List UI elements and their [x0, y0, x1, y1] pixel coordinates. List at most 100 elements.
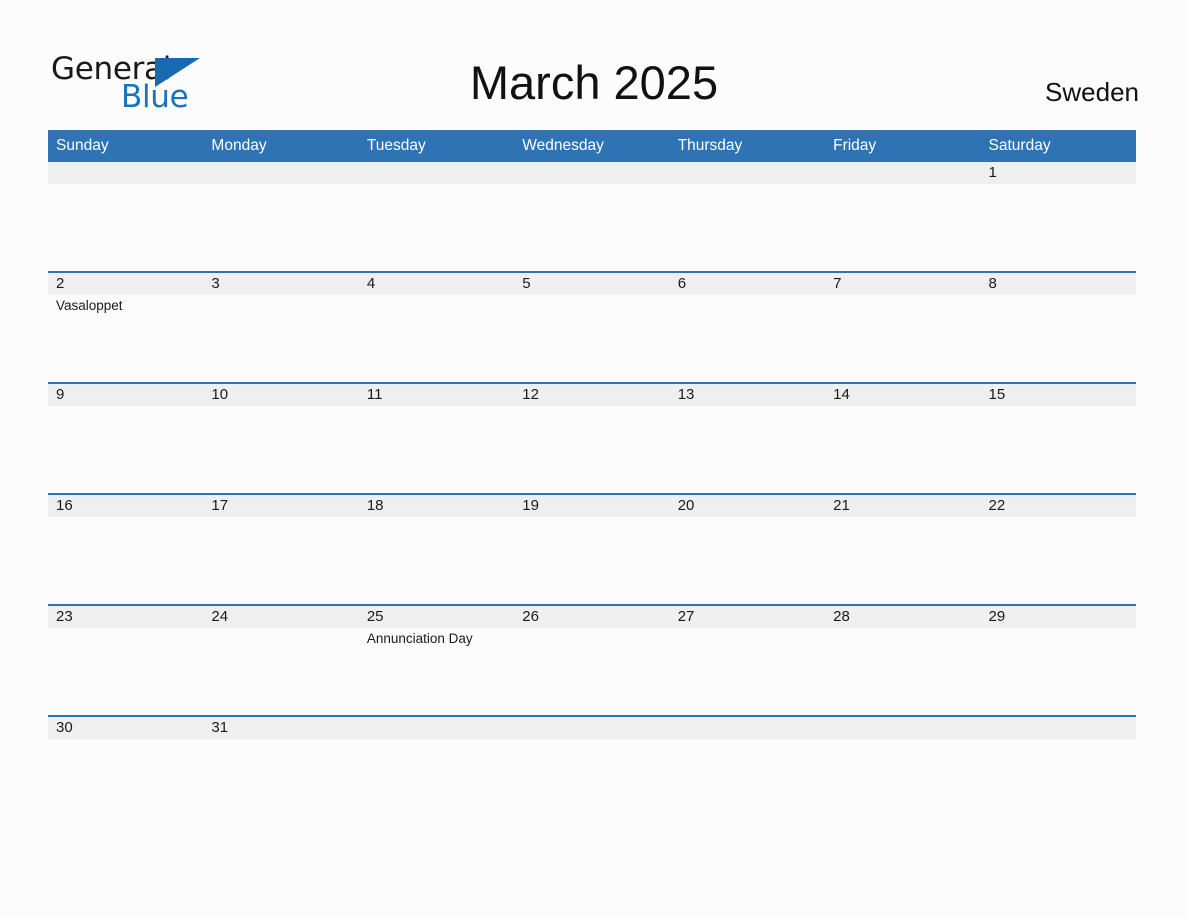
day-cell-1[interactable] [981, 184, 1136, 271]
weekday-header-wednesday: Wednesday [522, 137, 604, 154]
day-cell-24[interactable] [203, 628, 358, 715]
day-number-3[interactable]: 3 [203, 273, 358, 295]
weekday-header-saturday: Saturday [988, 137, 1051, 154]
day-cell-9[interactable] [48, 406, 203, 493]
day-number-25[interactable]: 25 [359, 606, 514, 628]
day-cell-23[interactable] [48, 628, 203, 715]
day-cell-7[interactable] [825, 295, 980, 382]
date-number-band: 9 10 11 12 13 14 15 [48, 384, 1136, 406]
date-number-band: 1 [48, 162, 1136, 184]
day-cell-11[interactable] [359, 406, 514, 493]
day-number-16[interactable]: 16 [48, 495, 203, 517]
day-cell-18[interactable] [359, 517, 514, 604]
day-cell-15[interactable] [981, 406, 1136, 493]
day-number-7[interactable]: 7 [825, 273, 980, 295]
day-cell-27[interactable] [670, 628, 825, 715]
day-cell-25[interactable]: Annunciation Day [359, 628, 514, 715]
day-number-4[interactable]: 4 [359, 273, 514, 295]
day-number-17[interactable]: 17 [203, 495, 358, 517]
day-cell-29[interactable] [981, 628, 1136, 715]
day-cell-31[interactable] [203, 739, 358, 826]
day-number-19[interactable]: 19 [514, 495, 669, 517]
day-number-empty [514, 717, 669, 739]
day-number-22[interactable]: 22 [981, 495, 1136, 517]
date-content-band [48, 517, 1136, 604]
day-number-21[interactable]: 21 [825, 495, 980, 517]
day-cell-14[interactable] [825, 406, 980, 493]
weekday-header-row: Sunday Monday Tuesday Wednesday Thursday Frid… [48, 130, 1136, 162]
page-header: General Blue March 2025 Sweden [0, 0, 1188, 130]
day-number-29[interactable]: 29 [981, 606, 1136, 628]
day-number-12[interactable]: 12 [514, 384, 669, 406]
date-number-band: 30 31 [48, 717, 1136, 739]
day-cell-20[interactable] [670, 517, 825, 604]
country-label: Sweden [1045, 77, 1139, 107]
day-number-27[interactable]: 27 [670, 606, 825, 628]
day-number-10[interactable]: 10 [203, 384, 358, 406]
day-cell-8[interactable] [981, 295, 1136, 382]
day-number-13[interactable]: 13 [670, 384, 825, 406]
day-cell-22[interactable] [981, 517, 1136, 604]
day-cell-26[interactable] [514, 628, 669, 715]
calendar-grid: Sunday Monday Tuesday Wednesday Thursday Frid… [48, 130, 1136, 826]
calendar-week-row: 2 3 4 5 6 7 8 Vasaloppet [48, 271, 1136, 382]
day-cell-2[interactable]: Vasaloppet [48, 295, 203, 382]
day-number-30[interactable]: 30 [48, 717, 203, 739]
weekday-header-sunday: Sunday [56, 137, 109, 154]
day-cell-3[interactable] [203, 295, 358, 382]
day-number-20[interactable]: 20 [670, 495, 825, 517]
day-cell-empty [203, 184, 358, 271]
day-cell-4[interactable] [359, 295, 514, 382]
holiday-event: Vasaloppet [56, 298, 123, 313]
day-number-26[interactable]: 26 [514, 606, 669, 628]
day-number-9[interactable]: 9 [48, 384, 203, 406]
day-cell-6[interactable] [670, 295, 825, 382]
day-number-empty [670, 162, 825, 184]
day-number-empty [359, 162, 514, 184]
day-number-1[interactable]: 1 [981, 162, 1136, 184]
day-number-8[interactable]: 8 [981, 273, 1136, 295]
date-content-band [48, 739, 1136, 826]
day-number-empty [670, 717, 825, 739]
day-cell-17[interactable] [203, 517, 358, 604]
day-cell-empty [670, 739, 825, 826]
date-content-band: Vasaloppet [48, 295, 1136, 382]
day-number-23[interactable]: 23 [48, 606, 203, 628]
day-cell-empty [670, 184, 825, 271]
day-number-28[interactable]: 28 [825, 606, 980, 628]
date-number-band: 2345678 [48, 273, 1136, 295]
day-number-11[interactable]: 11 [359, 384, 514, 406]
date-content-band [48, 406, 1136, 493]
day-number-5[interactable]: 5 [514, 273, 669, 295]
day-cell-empty [48, 184, 203, 271]
calendar-week-row: 1 [48, 162, 1136, 271]
day-cell-13[interactable] [670, 406, 825, 493]
day-number-31[interactable]: 31 [203, 717, 358, 739]
weekday-header-tuesday: Tuesday [366, 137, 426, 154]
day-cell-empty [825, 739, 980, 826]
day-cell-30[interactable] [48, 739, 203, 826]
day-cell-5[interactable] [514, 295, 669, 382]
day-cell-21[interactable] [825, 517, 980, 604]
day-number-empty [203, 162, 358, 184]
day-cell-28[interactable] [825, 628, 980, 715]
day-number-15[interactable]: 15 [981, 384, 1136, 406]
weekday-header-friday: Friday [833, 137, 877, 154]
day-number-24[interactable]: 24 [203, 606, 358, 628]
day-number-empty [825, 717, 980, 739]
day-number-6[interactable]: 6 [670, 273, 825, 295]
day-number-empty [825, 162, 980, 184]
day-cell-empty [825, 184, 980, 271]
day-number-18[interactable]: 18 [359, 495, 514, 517]
day-number-empty [359, 717, 514, 739]
day-cell-empty [359, 184, 514, 271]
day-cell-empty [359, 739, 514, 826]
day-number-14[interactable]: 14 [825, 384, 980, 406]
day-cell-16[interactable] [48, 517, 203, 604]
day-cell-10[interactable] [203, 406, 358, 493]
day-cell-12[interactable] [514, 406, 669, 493]
date-number-band: 16 17 18 19 20 21 22 [48, 495, 1136, 517]
day-cell-19[interactable] [514, 517, 669, 604]
holiday-event: Annunciation Day [366, 631, 473, 646]
day-number-2[interactable]: 2 [48, 273, 203, 295]
